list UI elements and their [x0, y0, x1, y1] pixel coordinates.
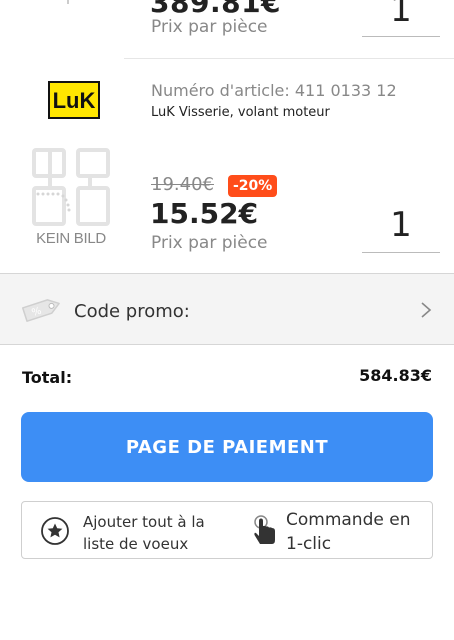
promo-tag-icon: %	[21, 299, 60, 322]
total-label: Total:	[22, 368, 73, 387]
wishlist-label: Ajouter tout à la liste de voeux	[83, 513, 205, 553]
promo-code-label: Code promo:	[74, 301, 190, 322]
article-name[interactable]: LuK Visserie, volant moteur	[151, 105, 330, 120]
no-image-icon	[32, 148, 110, 226]
hand-pointer-icon	[254, 515, 275, 544]
one-click-label: Commande en 1-clic	[286, 510, 411, 554]
quantity-field[interactable]: 1	[362, 0, 440, 37]
star-icon	[41, 517, 69, 545]
unit-price-label: Prix par pièce	[151, 233, 268, 253]
discount-badge: -20%	[228, 175, 278, 197]
no-image-placeholder[interactable]: KEIN BILD	[30, 148, 112, 248]
checkout-button[interactable]: PAGE DE PAIEMENT	[21, 412, 433, 482]
no-image-label: KEIN BILD	[36, 230, 106, 247]
cart-page: 389.81€ Prix par pièce 1 LuK Numéro d'ar…	[0, 0, 454, 640]
quantity-field[interactable]: 1	[362, 202, 440, 253]
add-to-wishlist-button[interactable]: Ajouter tout à la liste de voeux	[22, 502, 242, 558]
luk-logo-icon: LuK	[53, 88, 96, 113]
old-price: 19.40€	[151, 174, 214, 195]
chevron-right-icon	[421, 302, 432, 318]
total-value: 584.83€	[359, 366, 432, 385]
cart-actions: Ajouter tout à la liste de voeux Command…	[21, 501, 433, 559]
cart-item: 389.81€ Prix par pièce 1	[0, 0, 454, 58]
product-thumbnail[interactable]	[20, 0, 120, 10]
brand-logo: LuK	[48, 81, 100, 119]
divider	[124, 58, 454, 59]
promo-code-row[interactable]: % Code promo:	[0, 273, 454, 345]
article-number: Numéro d'article: 411 0133 12	[151, 81, 397, 100]
item-price: 15.52€	[150, 197, 259, 230]
one-click-order-button[interactable]: Commande en 1-clic	[246, 502, 432, 558]
unit-price-label: Prix par pièce	[151, 17, 268, 37]
svg-text:LuK: LuK	[53, 88, 96, 113]
